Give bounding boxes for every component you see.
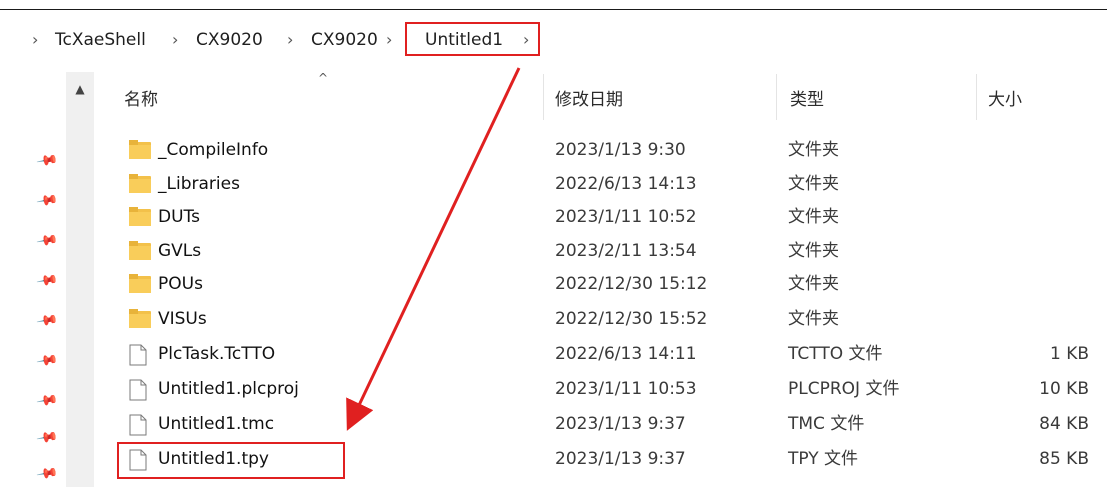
annotation-arrow: [346, 67, 521, 431]
